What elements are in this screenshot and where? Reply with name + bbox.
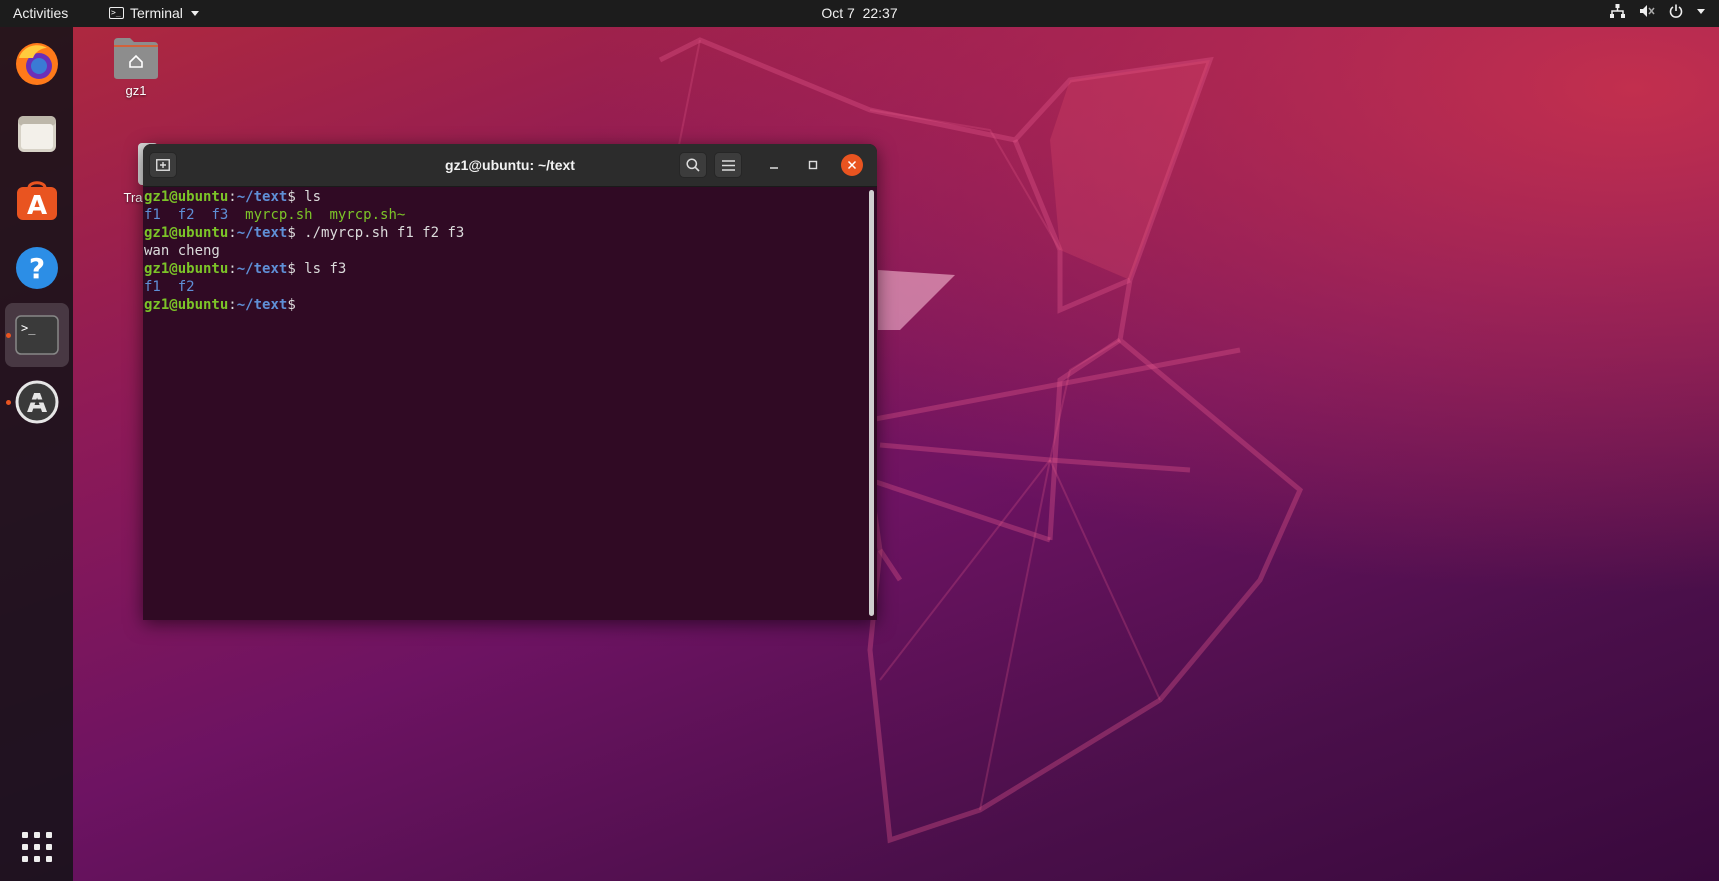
- running-indicator: [6, 400, 11, 405]
- terminal-line: gz1@ubuntu:~/text$ ls: [144, 189, 322, 205]
- app-menu-label: Terminal: [130, 5, 183, 21]
- dir-entry: f2: [177, 279, 195, 295]
- dock-software[interactable]: A: [5, 169, 69, 233]
- clock-button[interactable]: Oct 7 22:37: [821, 5, 897, 21]
- terminal-output[interactable]: gz1@ubuntu:~/text$ ls f1 f2 f3 myrcp.sh …: [143, 186, 869, 620]
- close-icon: [847, 160, 857, 170]
- terminal-window[interactable]: gz1@ubuntu: ~/text gz1@ubuntu:~/text$ ls…: [143, 144, 877, 620]
- prompt-user: gz1@ubuntu: [144, 189, 229, 205]
- terminal-line: gz1@ubuntu:~/text$ ./myrcp.sh f1 f2 f3: [144, 225, 465, 241]
- terminal-icon: >_: [15, 315, 59, 355]
- terminal-icon: >_: [109, 7, 124, 19]
- svg-text:>_: >_: [21, 321, 36, 335]
- prompt-user: gz1@ubuntu: [144, 261, 229, 277]
- show-applications-button[interactable]: [5, 815, 69, 879]
- terminal-line: wan cheng: [144, 242, 869, 260]
- terminal-line: gz1@ubuntu:~/text$ ls f3: [144, 261, 347, 277]
- command-text: ls: [295, 189, 322, 205]
- chevron-down-icon: [190, 10, 199, 16]
- clock: Oct 7 22:37: [0, 5, 1719, 21]
- app-menu[interactable]: >_ Terminal: [109, 5, 199, 21]
- command-text: ls f3: [295, 261, 347, 277]
- running-indicator: [6, 333, 11, 338]
- dir-entry: f3: [211, 207, 229, 223]
- menu-button[interactable]: [714, 152, 742, 178]
- new-tab-icon: [156, 159, 170, 171]
- power-icon: [1669, 4, 1683, 18]
- script-entry: myrcp.sh~: [329, 207, 406, 223]
- firefox-icon: [16, 43, 58, 85]
- prompt-user: gz1@ubuntu: [144, 225, 229, 241]
- dock: A ? >_ A: [0, 27, 73, 881]
- svg-text:?: ?: [29, 252, 45, 285]
- network-icon: [1610, 4, 1625, 18]
- maximize-icon: [808, 160, 818, 170]
- dock-updater[interactable]: A: [5, 370, 69, 434]
- dock-firefox[interactable]: [5, 32, 69, 96]
- minimize-button[interactable]: [763, 154, 785, 176]
- help-icon: ?: [16, 247, 58, 289]
- show-applications-icon: [22, 832, 52, 862]
- prompt-path: ~/text: [236, 261, 288, 277]
- dock-terminal[interactable]: >_: [5, 303, 69, 367]
- svg-text:A: A: [27, 191, 47, 221]
- search-icon: [686, 158, 700, 172]
- terminal-titlebar[interactable]: gz1@ubuntu: ~/text: [143, 144, 877, 187]
- clock-time: 22:37: [862, 5, 898, 21]
- output-text: wan cheng: [144, 243, 220, 259]
- hamburger-menu-icon: [721, 159, 735, 171]
- new-tab-button[interactable]: [149, 152, 177, 178]
- maximize-button[interactable]: [802, 154, 824, 176]
- terminal-line: f1 f2 f3 myrcp.sh myrcp.sh~: [144, 206, 869, 224]
- dir-entry: f1: [144, 207, 161, 223]
- prompt-path: ~/text: [236, 189, 288, 205]
- dir-entry: f1: [144, 279, 161, 295]
- terminal-scrollbar[interactable]: [869, 190, 874, 616]
- terminal-line: f1 f2: [144, 278, 869, 296]
- dock-help[interactable]: ?: [5, 236, 69, 300]
- close-button[interactable]: [841, 154, 863, 176]
- svg-text:A: A: [27, 389, 47, 419]
- updater-icon: A: [15, 380, 59, 424]
- prompt-path: ~/text: [236, 225, 288, 241]
- software-store-icon: A: [17, 181, 57, 221]
- command-text: ./myrcp.sh f1 f2 f3: [295, 225, 465, 241]
- terminal-line: gz1@ubuntu:~/text$: [144, 297, 296, 313]
- desktop-home-folder[interactable]: gz1: [91, 36, 181, 98]
- activities-button[interactable]: Activities: [13, 5, 68, 21]
- search-button[interactable]: [679, 152, 707, 178]
- dock-files[interactable]: [5, 102, 69, 166]
- dir-entry: f2: [177, 207, 195, 223]
- minimize-icon: [770, 167, 778, 169]
- prompt-user: gz1@ubuntu: [144, 297, 229, 313]
- script-entry: myrcp.sh: [245, 207, 313, 223]
- desktop-home-label: gz1: [125, 83, 147, 98]
- top-bar: Activities >_ Terminal Oct 7 22:37: [0, 0, 1719, 27]
- chevron-down-icon: [1697, 8, 1705, 14]
- files-icon: [18, 116, 56, 152]
- system-tray[interactable]: [1610, 4, 1705, 18]
- clock-date: Oct 7: [821, 5, 855, 21]
- volume-muted-icon: [1640, 5, 1655, 17]
- prompt-path: ~/text: [236, 297, 288, 313]
- home-folder-icon: [114, 38, 158, 79]
